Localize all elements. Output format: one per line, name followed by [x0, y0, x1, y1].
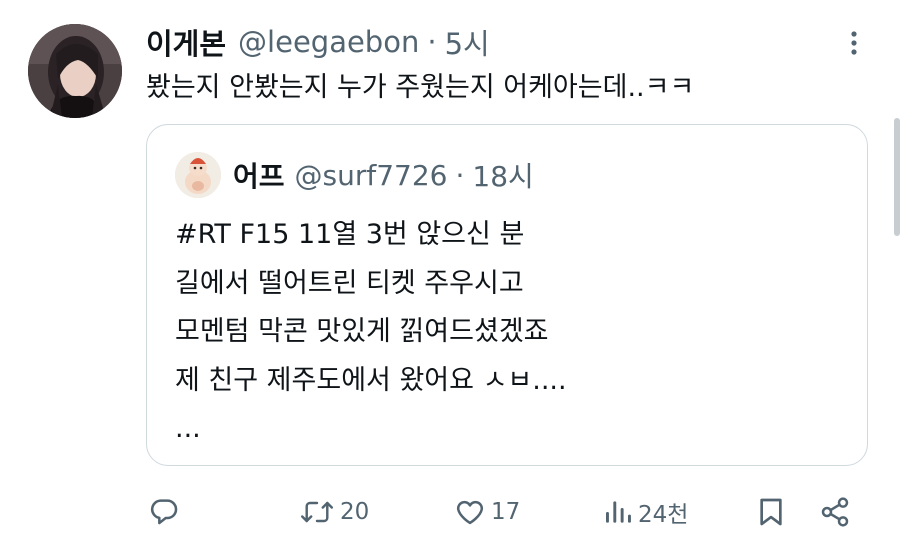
bookmark-button[interactable] [757, 488, 785, 536]
quoted-avatar[interactable] [175, 152, 221, 198]
heart-icon [454, 496, 486, 528]
user-handle[interactable]: @leegaebon [238, 25, 419, 59]
quoted-tweet-text: #RT F15 11열 3번 앉으신 분 길에서 떨어트린 티켓 주우시고 모멘… [175, 211, 567, 454]
quoted-user-handle[interactable]: @surf7726 [295, 159, 448, 192]
like-button[interactable]: 17 [454, 488, 520, 536]
retweet-button[interactable]: 20 [299, 488, 369, 536]
tweet-header: 이게본 @leegaebon · 5시 [146, 22, 490, 62]
quoted-text-line: #RT F15 11열 3번 앉으신 분 [175, 219, 525, 250]
share-icon [819, 496, 851, 528]
reply-icon [148, 496, 180, 528]
share-button[interactable] [819, 488, 851, 536]
views-icon [603, 496, 633, 528]
display-name[interactable]: 이게본 [146, 21, 226, 63]
quoted-text-line: 모멘텀 막콘 맛있게 낅여드셨겠죠 [175, 316, 549, 347]
retweet-count: 20 [340, 499, 370, 525]
quoted-tweet-header: 어프 @surf7726 · 18시 [233, 154, 534, 196]
action-bar: 20 17 24천 [0, 488, 900, 536]
bookmark-icon [757, 496, 785, 528]
scrollbar[interactable] [894, 118, 900, 236]
quoted-text-line: 제 친구 제주도에서 왔어요 ㅅㅂ.... [175, 364, 567, 396]
timestamp[interactable]: 5시 [445, 21, 490, 63]
like-count: 17 [491, 499, 521, 525]
more-options-icon[interactable] [842, 28, 866, 60]
quoted-display-name[interactable]: 어프 [233, 155, 285, 195]
separator-dot: · [455, 158, 465, 192]
quoted-text-line: 길에서 떨어트린 티켓 주우시고 [175, 267, 524, 299]
tweet-text: 봤는지 안봤는지 누가 주웠는지 어케아는데..ㅋㅋ [146, 72, 695, 103]
quoted-text-line: ... [175, 413, 201, 444]
quoted-tweet-card[interactable]: 어프 @surf7726 · 18시 #RT F15 11열 3번 앉으신 분 … [146, 124, 868, 466]
avatar[interactable] [28, 24, 122, 118]
separator-dot: · [427, 25, 437, 59]
views-count: 24천 [638, 502, 689, 528]
quoted-timestamp[interactable]: 18시 [472, 155, 533, 195]
reply-button[interactable] [148, 488, 180, 536]
views-button[interactable]: 24천 [603, 488, 688, 536]
retweet-icon [299, 496, 335, 528]
